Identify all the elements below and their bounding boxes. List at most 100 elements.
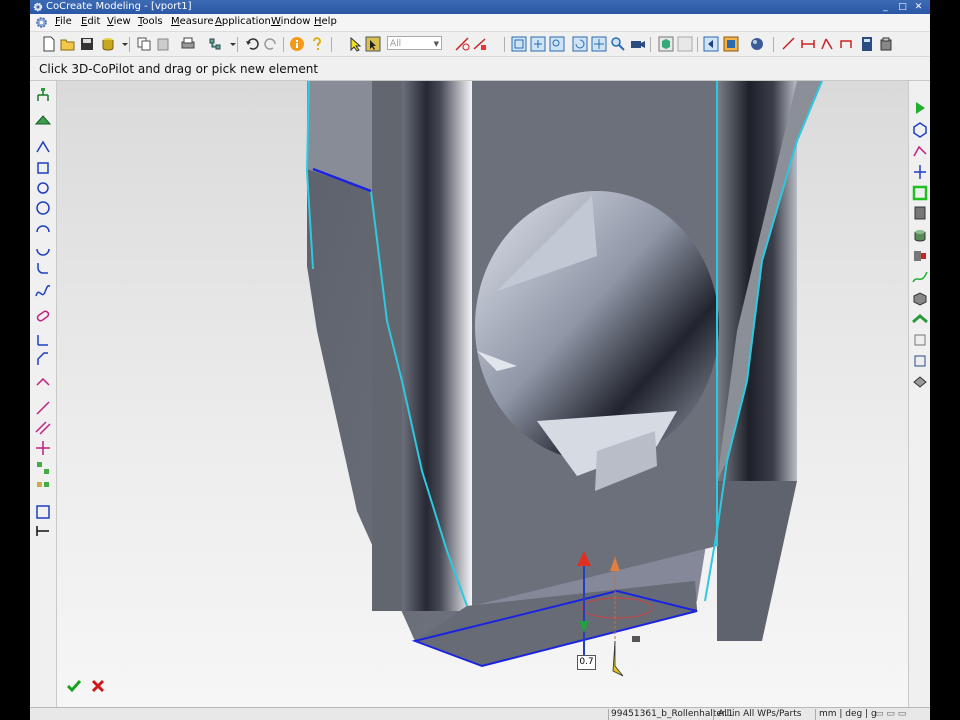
- zoom-icon[interactable]: [610, 36, 626, 52]
- angle-icon[interactable]: [819, 36, 835, 52]
- status-indicators-icon: ▭ ▭ ▭: [875, 709, 907, 719]
- status-bar: 99451361_b_Rollenhalter.1 All in All WPs…: [30, 707, 930, 720]
- menu-file[interactable]: File: [55, 16, 72, 27]
- confirm-check-icon[interactable]: [66, 678, 82, 694]
- status-units: mm | deg | g: [819, 709, 877, 719]
- measure-tool-icon[interactable]: [838, 36, 854, 52]
- filter-select[interactable]: All ▼: [387, 36, 442, 50]
- calculator-icon[interactable]: [859, 36, 875, 52]
- main-toolbar: All ▼: [30, 32, 930, 57]
- arc-icon[interactable]: [34, 219, 52, 237]
- chamfer-icon[interactable]: [34, 351, 52, 369]
- stack-icon[interactable]: [911, 204, 929, 222]
- zoom-window-icon[interactable]: [530, 36, 546, 52]
- construction-parallel-icon[interactable]: [34, 419, 52, 437]
- face-select-icon[interactable]: [911, 352, 929, 370]
- maximize-button[interactable]: □: [897, 2, 908, 12]
- select-mode-icon[interactable]: [365, 36, 381, 52]
- cylinder-icon[interactable]: [911, 226, 929, 244]
- construction-cross-icon[interactable]: [34, 439, 52, 457]
- solid-icon[interactable]: [911, 289, 929, 307]
- fillet-icon[interactable]: [34, 259, 52, 277]
- paste-icon[interactable]: [155, 36, 171, 52]
- dimension-line-icon[interactable]: [34, 522, 52, 540]
- distance-icon[interactable]: [800, 36, 816, 52]
- print-icon[interactable]: [180, 36, 196, 52]
- slot-icon[interactable]: [34, 307, 52, 325]
- offset-icon[interactable]: [34, 373, 52, 391]
- corner-icon[interactable]: [34, 331, 52, 349]
- box-icon[interactable]: [911, 184, 929, 202]
- menu-bar: File Edit View Tools Measure Application…: [30, 14, 930, 32]
- application-window: CoCreate Modeling - [vport1] _ □ ✕ File …: [30, 0, 930, 720]
- part-model: [305, 81, 823, 677]
- close-button[interactable]: ✕: [913, 2, 924, 12]
- rotate-view-icon[interactable]: [572, 36, 588, 52]
- fit-view-icon[interactable]: [511, 36, 527, 52]
- wireframe-mode-icon[interactable]: [677, 36, 693, 52]
- window-title: CoCreate Modeling - [vport1]: [46, 1, 192, 12]
- modify-icon[interactable]: [911, 373, 929, 391]
- pan-view-icon[interactable]: [591, 36, 607, 52]
- structure-dropdown-icon[interactable]: [225, 36, 236, 52]
- menu-tools[interactable]: Tools: [138, 16, 163, 27]
- settings-icon[interactable]: [878, 36, 894, 52]
- spline-icon[interactable]: [34, 282, 52, 300]
- menu-application[interactable]: Application: [215, 16, 271, 27]
- rectangle-icon[interactable]: [34, 159, 52, 177]
- polyline-icon[interactable]: [34, 138, 52, 156]
- status-scope: All in All WPs/Parts: [718, 709, 802, 719]
- arc-tangent-icon[interactable]: [34, 239, 52, 257]
- undo-icon[interactable]: [244, 36, 260, 52]
- help-icon[interactable]: [309, 36, 325, 52]
- cut-icon[interactable]: [911, 163, 929, 181]
- menu-help[interactable]: Help: [314, 16, 337, 27]
- select-arrow-icon[interactable]: [347, 36, 363, 52]
- copilot-value-box[interactable]: 0.7: [577, 655, 596, 670]
- structure-icon[interactable]: [207, 36, 223, 52]
- previous-view-icon[interactable]: [703, 36, 719, 52]
- camera-icon[interactable]: [630, 36, 646, 52]
- part-dropdown-icon[interactable]: [117, 36, 128, 52]
- app-gear-icon: [33, 2, 43, 12]
- play-icon[interactable]: [911, 99, 929, 117]
- menu-edit[interactable]: Edit: [81, 16, 100, 27]
- status-part-name: 99451361_b_Rollenhalter.1: [611, 709, 734, 719]
- menu-measure[interactable]: Measure: [171, 16, 214, 27]
- menu-window[interactable]: Window: [271, 16, 310, 27]
- pattern-icon[interactable]: [34, 459, 52, 477]
- redo-icon[interactable]: [263, 36, 279, 52]
- boundary-box-icon[interactable]: [34, 503, 52, 521]
- prompt-text: Click 3D-CoPilot and drag or pick new el…: [39, 62, 319, 76]
- minimize-button[interactable]: _: [880, 2, 891, 12]
- shell-icon[interactable]: [911, 247, 929, 265]
- measure-distance-icon[interactable]: [472, 36, 488, 52]
- measure-point-icon[interactable]: [454, 36, 470, 52]
- render-icon[interactable]: [749, 36, 765, 52]
- sweep-icon[interactable]: [911, 142, 929, 160]
- extrude-icon[interactable]: [911, 120, 929, 138]
- mirror-icon[interactable]: [34, 479, 52, 497]
- zoom-fit-icon[interactable]: [549, 36, 565, 52]
- doc-gear-icon[interactable]: [35, 16, 48, 29]
- viewport-layout-icon[interactable]: [723, 36, 739, 52]
- info-icon[interactable]: [289, 36, 305, 52]
- construction-line-icon[interactable]: [34, 399, 52, 417]
- dimension-icon[interactable]: [781, 36, 797, 52]
- shaded-mode-icon[interactable]: [658, 36, 674, 52]
- 3d-viewport[interactable]: 0.7: [57, 81, 908, 707]
- copy-icon[interactable]: [136, 36, 152, 52]
- menu-view[interactable]: View: [107, 16, 131, 27]
- chain-icon[interactable]: [911, 310, 929, 328]
- face-icon[interactable]: [911, 331, 929, 349]
- circle-center-icon[interactable]: [34, 199, 52, 217]
- open-icon[interactable]: [60, 36, 76, 52]
- circle-icon[interactable]: [34, 179, 52, 197]
- part-icon[interactable]: [100, 36, 116, 52]
- blend-icon[interactable]: [911, 268, 929, 286]
- new-icon[interactable]: [41, 36, 57, 52]
- save-icon[interactable]: [79, 36, 95, 52]
- workplane-icon[interactable]: [34, 112, 52, 130]
- workplane-structure-icon[interactable]: [34, 87, 52, 105]
- cancel-x-icon[interactable]: [90, 678, 106, 694]
